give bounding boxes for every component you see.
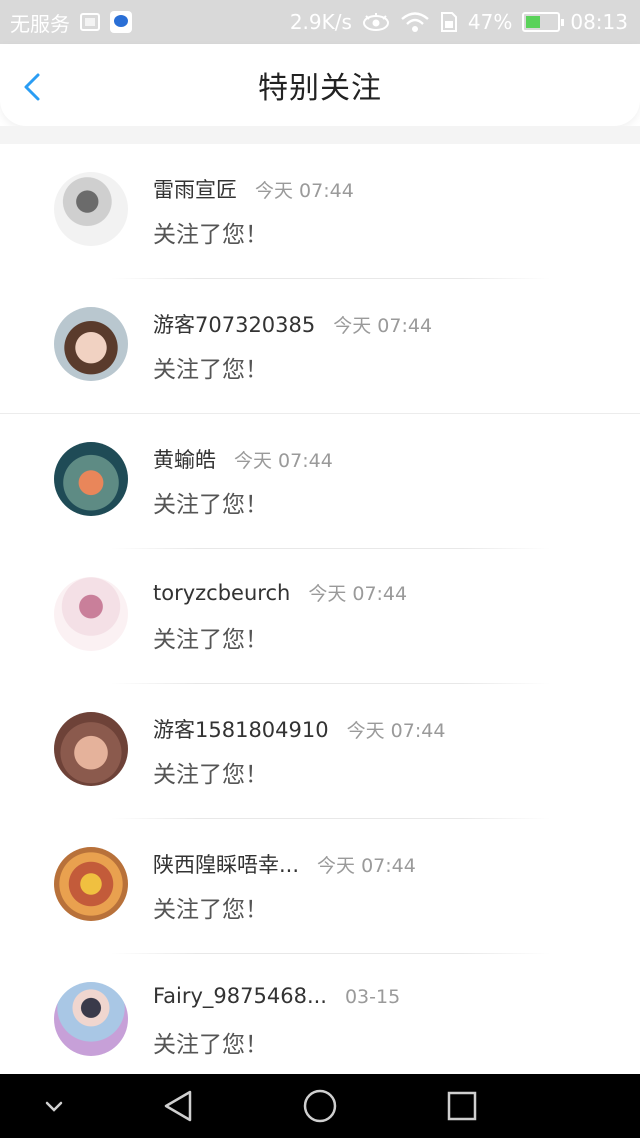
- avatar[interactable]: [54, 847, 128, 921]
- avatar[interactable]: [54, 307, 128, 381]
- user-name[interactable]: 陕西隍睬唔幸...: [153, 849, 299, 879]
- timestamp: 今天 07:44: [333, 315, 433, 337]
- home-circle-icon: [303, 1089, 337, 1123]
- message-text: 关注了您！: [153, 762, 268, 788]
- message-text: 关注了您！: [153, 492, 268, 518]
- list-item[interactable]: Fairy_9875468... 03-15 关注了您！: [0, 954, 640, 1089]
- network-speed: 2.9K/s: [289, 10, 352, 34]
- nav-recents-button[interactable]: [444, 1088, 480, 1124]
- item-header: toryzcbeurch 今天 07:44: [153, 579, 407, 606]
- back-chevron-icon: [24, 73, 40, 101]
- system-nav-bar: [0, 1074, 640, 1138]
- carrier-text: 无服务: [10, 11, 70, 36]
- clock: 08:13: [570, 10, 628, 34]
- wifi-icon: [401, 12, 429, 32]
- eye-icon: [362, 13, 389, 31]
- battery-percent: 47%: [467, 10, 513, 34]
- item-header: 游客707320385 今天 07:44: [153, 309, 432, 339]
- app-header: 特别关注: [0, 44, 640, 126]
- user-name[interactable]: 游客707320385: [153, 309, 315, 339]
- message-text: 关注了您！: [153, 627, 268, 653]
- item-header: 雷雨宣匠 今天 07:44: [153, 174, 354, 204]
- timestamp: 今天 07:44: [346, 720, 446, 742]
- timestamp: 今天 07:44: [317, 855, 416, 877]
- avatar[interactable]: [54, 172, 128, 246]
- timestamp: 03-15: [344, 986, 401, 1008]
- status-bar: 无服务 2.9K/s 47% 08:13: [0, 0, 640, 44]
- timestamp: 今天 07:44: [308, 583, 408, 605]
- sim-icon: [440, 12, 457, 32]
- status-right: 2.9K/s 47% 08:13: [290, 10, 628, 34]
- user-name[interactable]: toryzcbeurch: [153, 581, 290, 605]
- avatar[interactable]: [54, 577, 128, 651]
- list-item[interactable]: 雷雨宣匠 今天 07:44 关注了您！: [0, 144, 640, 279]
- user-name[interactable]: 游客1581804910: [153, 714, 329, 744]
- list-item[interactable]: toryzcbeurch 今天 07:44 关注了您！: [0, 549, 640, 684]
- message-text: 关注了您！: [153, 897, 268, 923]
- header-gap: [0, 126, 640, 144]
- status-left: 无服务: [10, 8, 132, 37]
- message-text: 关注了您！: [153, 1032, 268, 1058]
- avatar[interactable]: [54, 982, 128, 1056]
- user-name[interactable]: Fairy_9875468...: [153, 984, 327, 1008]
- battery-level: [526, 16, 541, 28]
- item-header: 陕西隍睬唔幸... 今天 07:44: [153, 849, 416, 879]
- nav-home-button[interactable]: [302, 1088, 338, 1124]
- list-item[interactable]: 陕西隍睬唔幸... 今天 07:44 关注了您！: [0, 819, 640, 954]
- back-button[interactable]: [18, 72, 48, 102]
- avatar[interactable]: [54, 712, 128, 786]
- message-text: 关注了您！: [153, 222, 268, 248]
- nav-back-button[interactable]: [160, 1088, 196, 1124]
- page-title: 特别关注: [258, 71, 382, 106]
- recents-square-icon: [447, 1091, 477, 1121]
- item-header: Fairy_9875468... 03-15: [153, 984, 400, 1008]
- avatar[interactable]: [54, 442, 128, 516]
- list-item[interactable]: 游客707320385 今天 07:44 关注了您！: [0, 279, 640, 414]
- battery-icon: [522, 12, 565, 32]
- list-item[interactable]: 黄蝓皓 今天 07:44 关注了您！: [0, 414, 640, 549]
- list-item[interactable]: 游客1581804910 今天 07:44 关注了您！: [0, 684, 640, 819]
- hide-nav-button[interactable]: [36, 1088, 72, 1124]
- chevron-down-icon: [45, 1101, 63, 1112]
- image-icon: [80, 13, 100, 31]
- app-notification-icon: [110, 11, 132, 33]
- item-header: 游客1581804910 今天 07:44: [153, 714, 445, 744]
- user-name[interactable]: 雷雨宣匠: [153, 174, 237, 204]
- item-header: 黄蝓皓 今天 07:44: [153, 444, 333, 474]
- timestamp: 今天 07:44: [234, 450, 333, 472]
- message-text: 关注了您！: [153, 357, 268, 383]
- timestamp: 今天 07:44: [255, 180, 354, 202]
- back-triangle-icon: [164, 1090, 192, 1122]
- follow-list[interactable]: 雷雨宣匠 今天 07:44 关注了您！ 游客707320385 今天 07:44…: [0, 144, 640, 1089]
- user-name[interactable]: 黄蝓皓: [153, 444, 216, 474]
